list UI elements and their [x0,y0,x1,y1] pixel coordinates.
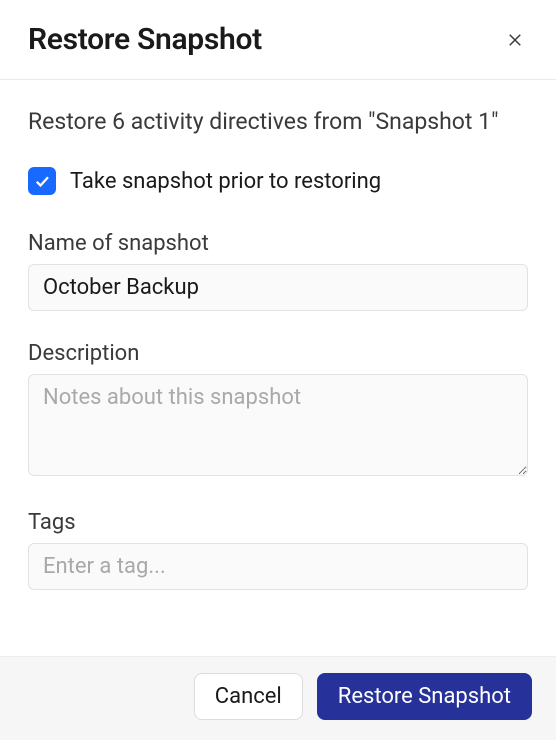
close-icon [506,31,524,49]
check-icon [33,172,51,190]
restore-snapshot-button[interactable]: Restore Snapshot [317,673,532,720]
dialog-title: Restore Snapshot [28,22,262,57]
snapshot-name-field: Name of snapshot [28,231,528,311]
tags-input[interactable] [28,543,528,590]
description-field: Description [28,341,528,480]
take-snapshot-checkbox[interactable] [28,167,56,195]
tags-label: Tags [28,510,528,535]
description-input[interactable] [28,374,528,476]
dialog-footer: Cancel Restore Snapshot [0,656,556,740]
snapshot-name-input[interactable] [28,264,528,311]
snapshot-name-label: Name of snapshot [28,231,528,256]
take-snapshot-checkbox-row: Take snapshot prior to restoring [28,167,528,195]
cancel-button[interactable]: Cancel [194,673,303,720]
dialog-subtitle: Restore 6 activity directives from "Snap… [28,106,528,137]
description-label: Description [28,341,528,366]
tags-field: Tags [28,510,528,590]
close-button[interactable] [502,27,528,53]
dialog-body: Restore 6 activity directives from "Snap… [0,80,556,656]
take-snapshot-label[interactable]: Take snapshot prior to restoring [70,169,381,194]
dialog-header: Restore Snapshot [0,0,556,80]
